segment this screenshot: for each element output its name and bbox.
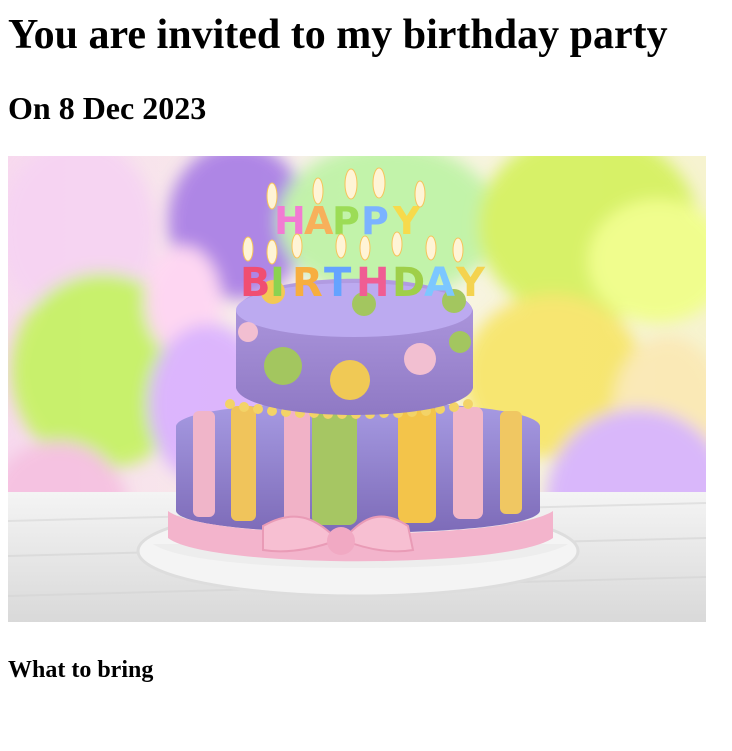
svg-text:P: P	[332, 199, 360, 243]
svg-text:A: A	[424, 260, 455, 306]
invitation-page: You are invited to my birthday party On …	[8, 0, 724, 684]
svg-text:H: H	[274, 199, 306, 243]
svg-text:R: R	[292, 260, 323, 306]
svg-text:H: H	[356, 260, 389, 306]
svg-text:T: T	[324, 260, 352, 306]
birthday-cake-photo-icon: H A P P Y B I R T H D A Y	[8, 156, 706, 622]
svg-text:I: I	[270, 260, 285, 306]
svg-text:A: A	[304, 199, 334, 243]
birthday-cake-image: H A P P Y B I R T H D A Y	[8, 156, 706, 622]
section-heading: What to bring	[8, 657, 154, 683]
svg-text:Y: Y	[455, 260, 486, 306]
svg-text:B: B	[240, 260, 271, 306]
svg-text:D: D	[392, 260, 425, 306]
event-date: On 8 Dec 2023	[8, 90, 207, 126]
page-title: You are invited to my birthday party	[8, 12, 668, 58]
